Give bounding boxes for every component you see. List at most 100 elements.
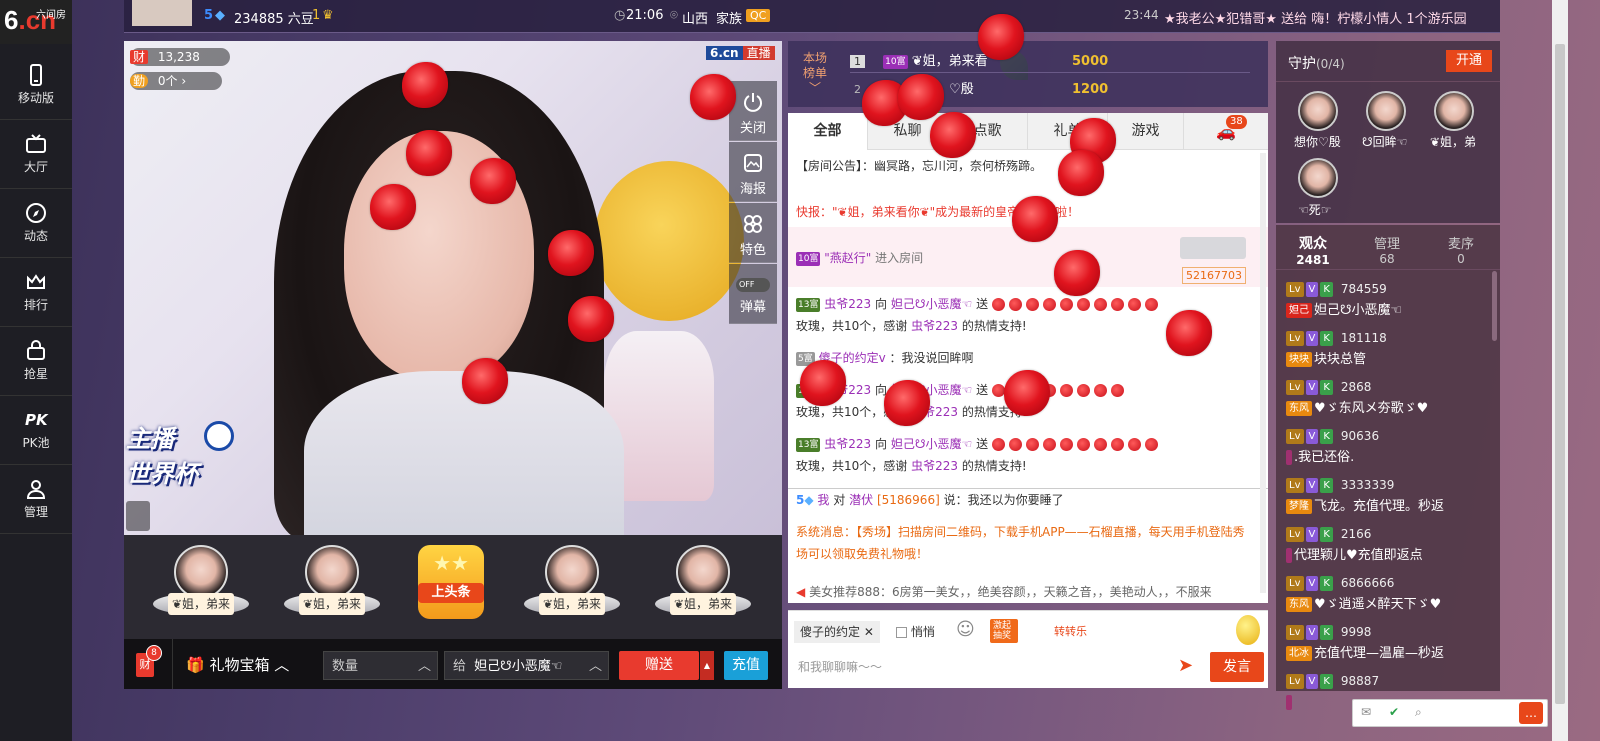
chat-username[interactable]: "燕赵行" [824, 251, 871, 265]
chat-username[interactable]: 潜伏 [849, 493, 873, 507]
sidebar-item-admin[interactable]: 管理 [0, 466, 72, 534]
tab-admins[interactable]: 管理 68 [1350, 225, 1424, 269]
fortune-count-badge: 8 [146, 645, 162, 661]
chat-panel: 全部 私聊 点歌 礼单 游戏 🚗 38 【房间公告】：幽冥路，忘川河，奈何桥殇蹄… [788, 113, 1268, 603]
avatar[interactable] [1298, 158, 1338, 198]
microphone-icon[interactable] [126, 501, 150, 531]
family-tag[interactable]: QC [746, 9, 771, 22]
search-icon[interactable]: ⌕ [1415, 705, 1422, 720]
tab-all[interactable]: 全部 [788, 113, 868, 150]
sidebar-item-label: PK池 [22, 436, 50, 450]
ship-icon [1180, 237, 1246, 259]
rose-icon [1042, 298, 1056, 311]
chat-target-chip[interactable]: 傻子的约定 ✕ [794, 621, 880, 643]
recommend-message: ◀ 美女推荐888：6房第一美女，，绝美容颜，，天籁之音，，美艳动人，，不服来 [796, 585, 1212, 599]
sidebar-item-pk[interactable]: PK PK池 [0, 397, 72, 465]
sidebar-item-grab-star[interactable]: 抢星 [0, 328, 72, 396]
recharge-button[interactable]: 充值 [724, 651, 768, 680]
rose-icon [1093, 384, 1107, 397]
check-icon[interactable]: ✔ [1389, 705, 1399, 719]
tab-mic-queue[interactable]: 麦序 0 [1424, 225, 1498, 269]
audience-scrollbar[interactable] [1492, 271, 1497, 341]
anchor-card[interactable]: ❦姐，弟来 [280, 545, 384, 631]
lottery-button[interactable]: 激起抽奖 [990, 619, 1018, 643]
give-gift-button[interactable]: 赠送 [619, 651, 699, 680]
audience-user-row[interactable]: Lv V K 9998 北冰 充值代理—温雇—秒返 [1286, 622, 1486, 670]
audience-user-row[interactable]: Lv V K 2166 代理颖儿♥充值即返点 [1286, 524, 1486, 572]
whisper-checkbox[interactable]: 悄悄 [896, 623, 935, 640]
headline-button[interactable]: ★★ 上头条 [418, 545, 484, 619]
chat-scrollbar[interactable] [1260, 153, 1266, 593]
tab-audience[interactable]: 观众 2481 [1276, 225, 1350, 269]
close-icon[interactable]: ✕ [864, 625, 874, 639]
worldcup-banner[interactable]: 主播 世界杯 [126, 419, 238, 489]
anchor-card[interactable]: ❦姐，弟来 [520, 545, 624, 631]
scrollbar-thumb[interactable] [1555, 44, 1565, 704]
audience-user-row[interactable]: Lv V K 90636 .我已还俗. [1286, 426, 1486, 474]
diligent-counter[interactable]: 勤 0个 › [130, 72, 222, 90]
user-name: 飞龙。充值代理。秒返 [1314, 499, 1445, 514]
anchor-card[interactable]: ❦姐，弟来 [149, 545, 253, 631]
chat-username[interactable]: 虫爷223 [824, 297, 871, 311]
close-video-button[interactable]: 关闭 [729, 81, 777, 141]
site-logo[interactable]: 6.cn 六间房 [0, 0, 72, 44]
poster-button[interactable]: 海报 [729, 142, 777, 202]
chat-input[interactable]: 和我聊聊嘛～～ [794, 653, 1174, 681]
audience-user-row[interactable]: Lv V K 784559 妲己 妲己☋小恶魔☜ [1286, 279, 1486, 327]
pk-icon: PK [25, 411, 48, 429]
fortune-button[interactable]: 财 8 [136, 645, 162, 677]
send-button[interactable]: 发言 [1210, 652, 1264, 682]
broadcast-message[interactable]: ★我老公★犯错哥★ 送给 嗨！柠檬小情人 1个游乐园 [1164, 8, 1467, 27]
quantity-input[interactable]: 数量 ︿ [323, 651, 438, 680]
tab-games[interactable]: 游戏 [1108, 113, 1184, 150]
page-scrollbar[interactable] [1552, 0, 1568, 741]
rose-effect [1058, 150, 1108, 216]
golden-egg-icon[interactable] [1236, 615, 1260, 645]
avatar [174, 545, 228, 599]
mail-icon[interactable]: ✉ [1361, 705, 1371, 719]
user-level-badge: Lv [1286, 331, 1304, 346]
tab-cars[interactable]: 🚗 38 [1184, 113, 1268, 150]
chat-username[interactable]: 妲己☋小恶魔☜ [891, 437, 972, 451]
gift-message: 13富 虫爷223 向 妲己☋小恶魔☜ 送 [796, 433, 1256, 455]
sidebar-item-label: 抢星 [23, 367, 48, 381]
user-id: 181118 [1340, 331, 1387, 345]
live-video[interactable]: 财 13,238 勤 0个 › 6.cn 直播 关闭 海报 特色 OFF 弹幕 主… [124, 41, 782, 535]
avatar[interactable] [1434, 91, 1474, 131]
sidebar-item-mobile[interactable]: 移动版 [0, 52, 72, 120]
anchor-thumbnail[interactable] [132, 0, 192, 26]
audience-user-row[interactable]: Lv V K 181118 块块 块块总管 [1286, 328, 1486, 376]
room-rank-panel: 本场 榜单 ﹀ 1 10富 ❦姐，弟来看 5000 2 ♡殷 1200 [788, 41, 1268, 107]
open-guard-button[interactable]: 开通 [1446, 50, 1492, 72]
feature-button[interactable]: 特色 [729, 203, 777, 263]
emoji-icon[interactable]: ☺ [956, 619, 975, 640]
anchor-card[interactable]: ❦姐，弟来 [651, 545, 755, 631]
spin-game-button[interactable]: 转转乐 [1054, 623, 1087, 639]
danmu-toggle-button[interactable]: OFF 弹幕 [729, 264, 777, 324]
chevron-up-icon: ︿ [417, 659, 431, 674]
clock-time: 21:06 [626, 8, 664, 23]
giftbox-button[interactable]: 🎁 礼物宝箱 ︿ [186, 653, 289, 677]
avatar[interactable] [1366, 91, 1406, 131]
give-options-button[interactable]: ▲ [700, 651, 714, 680]
sidebar-item-feed[interactable]: 动态 [0, 190, 72, 258]
user-id: 3333339 [1340, 478, 1395, 492]
sidebar-item-rank[interactable]: 排行 [0, 259, 72, 327]
chat-username[interactable]: 妲己☋小恶魔☜ [891, 297, 972, 311]
guard-member-name: ☜死☞ [1298, 203, 1332, 217]
audience-user-row[interactable]: Lv V K 2868 东风 ♥ゞ东风メ夯歌ゞ♥ [1286, 377, 1486, 425]
user-level-badge: Lv [1286, 527, 1304, 542]
recipient-select[interactable]: 给 妲己☋小恶魔☜ ︿ [444, 651, 609, 680]
rank-row[interactable]: 1 10富 ❦姐，弟来看 5000 [850, 51, 1250, 73]
audience-user-row[interactable]: Lv V K 6866666 东风 ♥ゞ逍遥メ醉天下ゞ♥ [1286, 573, 1486, 621]
rank-title[interactable]: 本场 榜单 ﹀ [794, 51, 836, 96]
audience-user-row[interactable]: Lv V K 3333339 梦隆 飞龙。充值代理。秒返 [1286, 475, 1486, 523]
guard-title: 守护(0/4) [1288, 56, 1345, 72]
chat-username[interactable]: 虫爷223 [824, 437, 871, 451]
rose-icon [1025, 438, 1039, 451]
chat-bubble-icon[interactable]: … [1519, 702, 1543, 724]
sidebar-item-hall[interactable]: 大厅 [0, 121, 72, 189]
avatar[interactable] [1298, 91, 1338, 131]
rose-icon [1110, 298, 1124, 311]
guard-member-name: ❦姐，弟 [1430, 135, 1477, 149]
